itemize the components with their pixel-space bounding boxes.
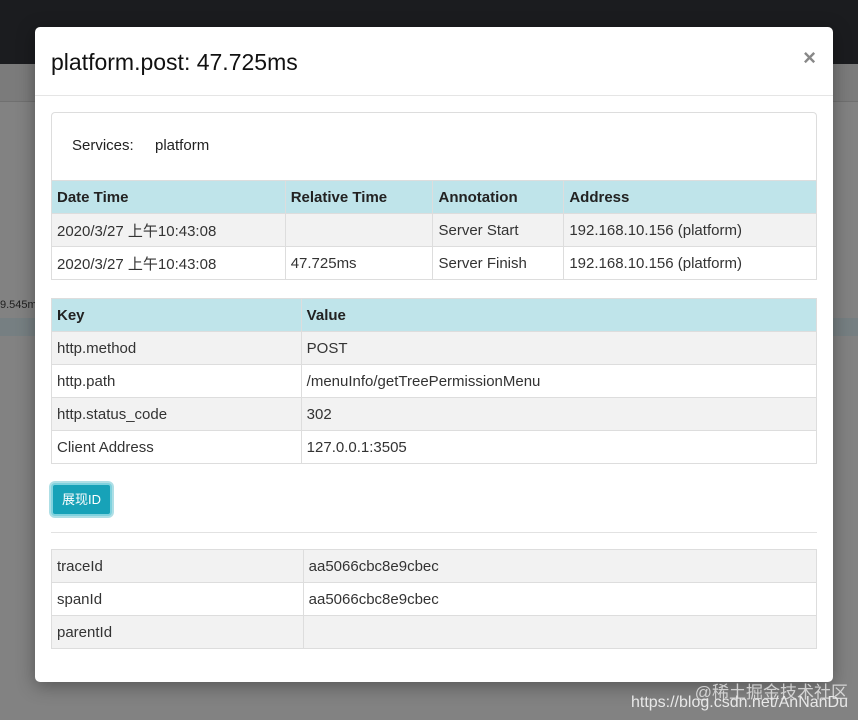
modal-title: platform.post: 47.725ms bbox=[51, 49, 298, 75]
table-header-row: Key Value bbox=[51, 298, 818, 332]
services-value: platform bbox=[155, 137, 210, 154]
table-row: http.status_code 302 bbox=[51, 397, 818, 431]
id-value-cell: aa5066cbc8e9cbec bbox=[302, 549, 818, 583]
table-row: 2020/3/27 上午10:43:08 47.725ms Server Fin… bbox=[51, 246, 817, 280]
column-header-key: Key bbox=[51, 298, 302, 332]
table-row: traceId aa5066cbc8e9cbec bbox=[51, 549, 818, 583]
tag-value-cell: 302 bbox=[300, 397, 818, 431]
table-row: 2020/3/27 上午10:43:08 Server Start 192.16… bbox=[51, 213, 817, 247]
id-key-cell: parentId bbox=[51, 615, 304, 649]
show-id-button[interactable]: 展现ID bbox=[51, 483, 112, 516]
modal-header: platform.post: 47.725ms × bbox=[35, 27, 833, 96]
divider bbox=[51, 532, 817, 533]
tag-key-cell: Client Address bbox=[51, 430, 302, 464]
services-panel: Services: platform bbox=[51, 112, 817, 180]
table-row: http.path /menuInfo/getTreePermissionMen… bbox=[51, 364, 818, 398]
tag-key-cell: http.method bbox=[51, 331, 302, 365]
id-key-cell: traceId bbox=[51, 549, 304, 583]
tag-value-cell: POST bbox=[300, 331, 818, 365]
tag-key-cell: http.status_code bbox=[51, 397, 302, 431]
tags-table: Key Value http.method POST http.path /me… bbox=[51, 298, 818, 464]
table-header-row: Date Time Relative Time Annotation Addre… bbox=[51, 180, 817, 214]
ids-table: traceId aa5066cbc8e9cbec spanId aa5066cb… bbox=[51, 549, 818, 649]
date-time-cell: 2020/3/27 上午10:43:08 bbox=[51, 246, 286, 280]
tag-key-cell: http.path bbox=[51, 364, 302, 398]
relative-time-cell bbox=[284, 213, 434, 247]
annotation-cell: Server Finish bbox=[432, 246, 565, 280]
address-cell: 192.168.10.156 (platform) bbox=[563, 246, 817, 280]
relative-time-cell: 47.725ms bbox=[284, 246, 434, 280]
date-time-cell: 2020/3/27 上午10:43:08 bbox=[51, 213, 286, 247]
table-row: http.method POST bbox=[51, 331, 818, 365]
column-header-date-time: Date Time bbox=[51, 180, 286, 214]
watermark-url: https://blog.csdn.net/AnNanDu bbox=[630, 694, 848, 711]
tag-value-cell: 127.0.0.1:3505 bbox=[300, 430, 818, 464]
table-row: spanId aa5066cbc8e9cbec bbox=[51, 582, 818, 616]
id-key-cell: spanId bbox=[51, 582, 304, 616]
column-header-annotation: Annotation bbox=[432, 180, 565, 214]
id-value-cell: aa5066cbc8e9cbec bbox=[302, 582, 818, 616]
column-header-value: Value bbox=[300, 298, 818, 332]
table-row: parentId bbox=[51, 615, 818, 649]
annotation-cell: Server Start bbox=[432, 213, 565, 247]
id-value-cell bbox=[302, 615, 818, 649]
column-header-relative-time: Relative Time bbox=[284, 180, 434, 214]
span-detail-modal: platform.post: 47.725ms × Services: plat… bbox=[35, 27, 833, 682]
column-header-address: Address bbox=[563, 180, 817, 214]
close-button[interactable]: × bbox=[803, 45, 816, 71]
annotations-table: Date Time Relative Time Annotation Addre… bbox=[51, 180, 817, 280]
address-cell: 192.168.10.156 (platform) bbox=[563, 213, 817, 247]
tag-value-cell: /menuInfo/getTreePermissionMenu bbox=[300, 364, 818, 398]
services-label: Services: bbox=[72, 137, 134, 154]
background-timeline-label: 9.545m bbox=[0, 299, 37, 311]
table-row: Client Address 127.0.0.1:3505 bbox=[51, 430, 818, 464]
